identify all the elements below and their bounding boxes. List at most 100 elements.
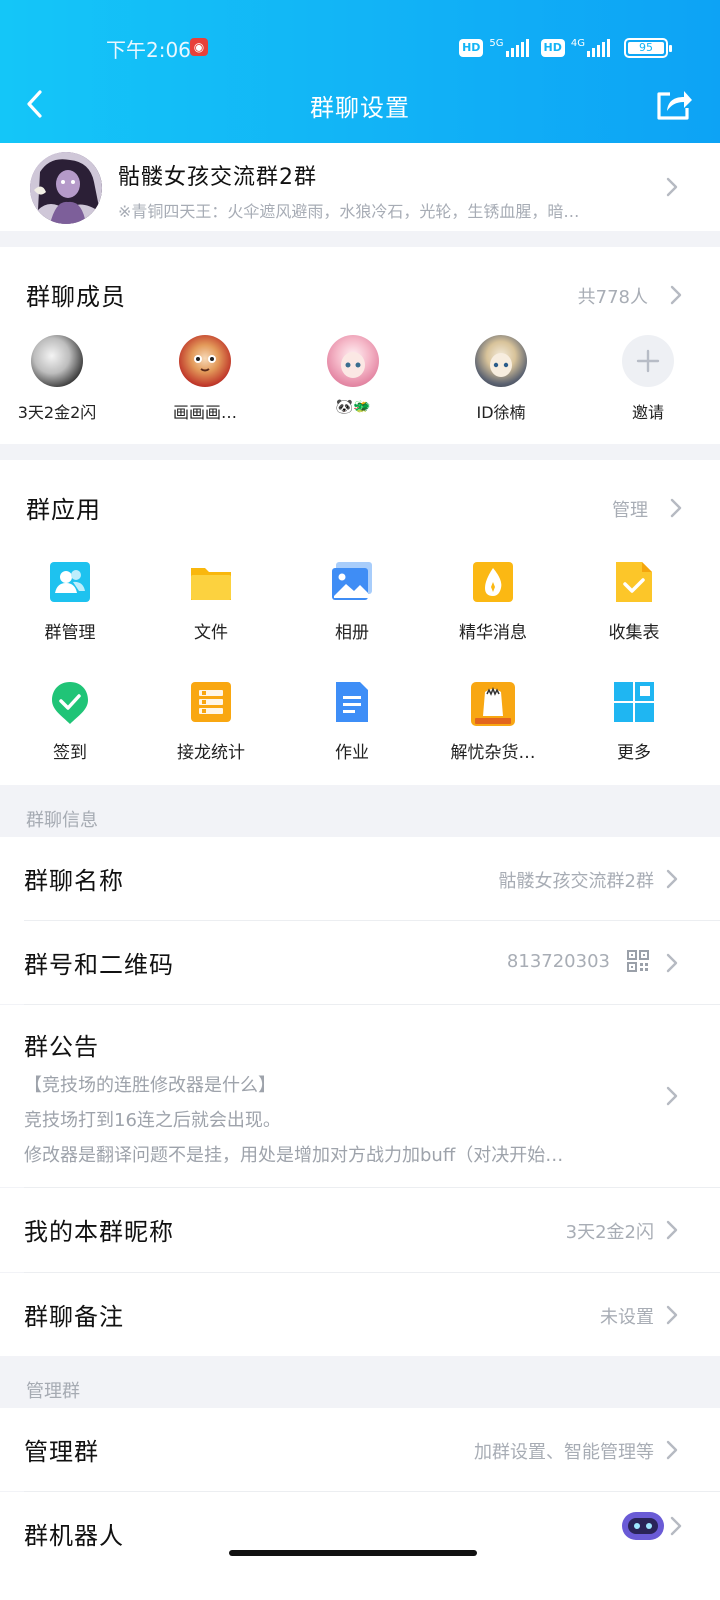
member-item[interactable]: 3天2金2闪 xyxy=(2,335,112,423)
app-label: 作业 xyxy=(335,743,369,763)
app-store[interactable]: 解忧杂货… xyxy=(423,680,563,763)
notice-line: 修改器是翻译问题不是挂，用处是增加对方战力加buff（对决开始… xyxy=(24,1145,564,1166)
app-label: 群管理 xyxy=(44,623,96,643)
group-robot-row[interactable]: 群机器人 xyxy=(0,1492,720,1600)
my-nickname-label: 我的本群昵称 xyxy=(24,1218,174,1246)
network-5g-label: 5G xyxy=(489,37,504,49)
group-manage-icon xyxy=(48,560,92,604)
member-item[interactable]: 画画画… xyxy=(150,335,260,423)
plus-icon xyxy=(622,335,674,387)
section-group-info: 群聊信息 xyxy=(26,810,98,831)
chevron-right-icon xyxy=(670,1516,682,1536)
group-number-label: 群号和二维码 xyxy=(24,951,174,979)
more-grid-icon xyxy=(612,680,656,724)
member-avatar xyxy=(327,335,379,387)
chevron-right-icon xyxy=(666,1086,678,1106)
group-apps-card: 群应用 管理 群管理 文件 相册 精华消息 收集表 签到 接龙统计 作业 解忧杂… xyxy=(0,460,720,785)
battery-level: 95 xyxy=(628,42,664,54)
members-count[interactable]: 共778人 xyxy=(578,283,648,309)
app-checkin[interactable]: 签到 xyxy=(0,680,140,763)
folder-icon xyxy=(189,560,233,604)
member-avatar xyxy=(31,335,83,387)
notice-line: 竞技场打到16连之后就会出现。 xyxy=(24,1110,281,1131)
form-icon xyxy=(612,560,656,604)
app-file[interactable]: 文件 xyxy=(141,560,281,643)
page-title: 群聊设置 xyxy=(310,94,410,122)
manage-group-label: 管理群 xyxy=(24,1438,99,1466)
group-robot-label: 群机器人 xyxy=(24,1522,124,1550)
relay-icon xyxy=(189,680,233,724)
signal-icon xyxy=(505,39,529,57)
app-label: 相册 xyxy=(335,623,369,643)
group-number-value: 813720303 xyxy=(506,951,610,972)
album-icon xyxy=(330,560,374,604)
battery-icon: 95 xyxy=(624,38,672,58)
chevron-right-icon xyxy=(666,177,678,197)
app-relay[interactable]: 接龙统计 xyxy=(141,680,281,763)
status-time: 下午2:06 xyxy=(106,38,191,62)
my-nickname-value: 3天2金2闪 xyxy=(565,1222,654,1243)
apps-manage-link[interactable]: 管理 xyxy=(612,496,648,522)
members-card: 群聊成员 共778人 3天2金2闪 画画画… 🐼🐲 ID徐楠 邀请 xyxy=(0,247,720,444)
member-item[interactable]: ID徐楠 xyxy=(446,335,556,423)
hd-icon-2: HD xyxy=(540,39,565,57)
top-header: 下午2:06 ◉ HD 5G HD 4G 95 群聊设置 xyxy=(0,0,720,143)
chevron-right-icon xyxy=(666,869,678,889)
app-homework[interactable]: 作业 xyxy=(282,680,422,763)
app-essence[interactable]: 精华消息 xyxy=(423,560,563,643)
manage-group-row[interactable]: 管理群 加群设置、智能管理等 xyxy=(0,1408,720,1491)
homework-icon xyxy=(330,680,374,724)
group-remark-label: 群聊备注 xyxy=(24,1303,124,1331)
chevron-right-icon xyxy=(670,498,682,518)
app-more[interactable]: 更多 xyxy=(564,680,704,763)
network-4g-label: 4G xyxy=(570,37,585,49)
signal-icon-2 xyxy=(587,39,610,57)
app-label: 文件 xyxy=(194,623,228,643)
share-icon xyxy=(657,91,692,120)
group-number-row[interactable]: 群号和二维码 813720303 xyxy=(0,921,720,1004)
app-album[interactable]: 相册 xyxy=(282,560,422,643)
my-nickname-row[interactable]: 我的本群昵称 3天2金2闪 xyxy=(0,1188,720,1272)
apps-title: 群应用 xyxy=(26,496,101,524)
store-icon xyxy=(469,680,517,728)
group-name-value: 骷髅女孩交流群2群 xyxy=(498,871,654,892)
group-remark-value: 未设置 xyxy=(600,1307,654,1328)
group-avatar xyxy=(30,152,102,224)
member-avatar xyxy=(475,335,527,387)
member-name: 画画画… xyxy=(172,403,237,422)
member-item[interactable]: 🐼🐲 xyxy=(298,335,408,415)
members-title: 群聊成员 xyxy=(26,283,126,311)
notice-line: 【竞技场的连胜修改器是什么】 xyxy=(24,1075,276,1096)
chevron-right-icon xyxy=(666,953,678,973)
essence-icon xyxy=(471,560,515,604)
group-notice-row[interactable]: 群公告 【竞技场的连胜修改器是什么】 竞技场打到16连之后就会出现。 修改器是翻… xyxy=(0,1005,720,1187)
home-indicator[interactable] xyxy=(229,1550,477,1556)
hd-icon: HD xyxy=(459,39,484,57)
member-avatar xyxy=(179,335,231,387)
chevron-right-icon xyxy=(666,1220,678,1240)
member-name: 🐼🐲 xyxy=(335,399,371,415)
group-remark-row[interactable]: 群聊备注 未设置 xyxy=(0,1273,720,1356)
group-profile-row[interactable]: 骷髅女孩交流群2群 ※青铜四天王：火伞遮风避雨，水狼冷石，光轮，生锈血腥，暗… xyxy=(0,143,720,231)
app-collect-form[interactable]: 收集表 xyxy=(564,560,704,643)
app-label: 精华消息 xyxy=(459,623,527,643)
invite-label: 邀请 xyxy=(631,403,664,422)
group-name-row[interactable]: 群聊名称 骷髅女孩交流群2群 xyxy=(0,837,720,921)
status-icons: HD 5G HD 4G 95 xyxy=(459,36,672,60)
qr-code-icon xyxy=(627,950,649,972)
group-description: ※青铜四天王：火伞遮风避雨，水狼冷石，光轮，生锈血腥，暗… xyxy=(118,202,580,221)
checkin-icon xyxy=(48,680,92,724)
chevron-right-icon xyxy=(666,1440,678,1460)
app-label: 签到 xyxy=(53,743,87,763)
member-name: ID徐楠 xyxy=(476,403,526,422)
app-group-manage[interactable]: 群管理 xyxy=(0,560,140,643)
share-button[interactable] xyxy=(654,86,694,122)
netease-music-icon: ◉ xyxy=(190,38,208,56)
group-name: 骷髅女孩交流群2群 xyxy=(118,165,317,190)
app-label: 更多 xyxy=(617,743,651,763)
group-notice-label: 群公告 xyxy=(24,1033,99,1061)
app-label: 解忧杂货… xyxy=(450,743,536,763)
robot-icon xyxy=(620,1508,666,1542)
manage-group-value: 加群设置、智能管理等 xyxy=(474,1442,654,1463)
invite-member-button[interactable]: 邀请 xyxy=(593,335,703,423)
